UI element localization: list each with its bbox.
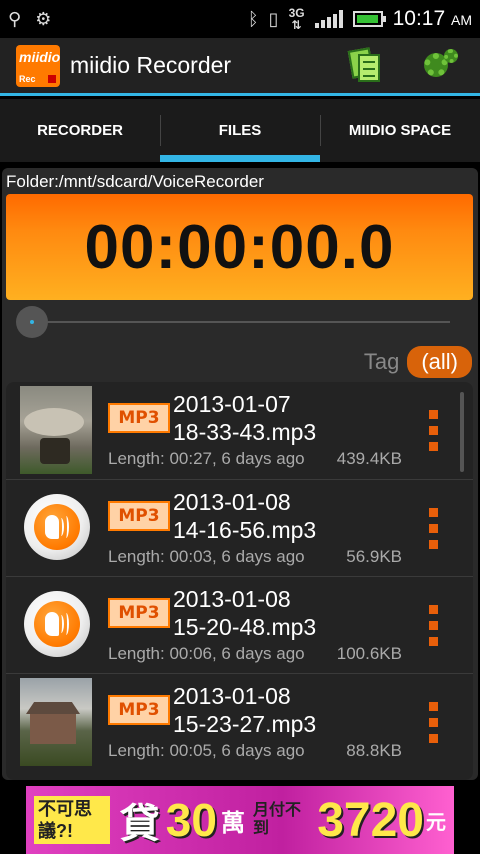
- file-list-item[interactable]: MP3 2013-01-08 15-20-48.mp3 Length: 00:06…: [6, 576, 473, 673]
- file-list-item[interactable]: MP3 2013-01-08 15-23-27.mp3 Length: 00:05…: [6, 673, 473, 770]
- tag-label: Tag: [363, 349, 400, 374]
- file-name: 2013-01-08 14-16-56.mp3: [173, 489, 317, 543]
- photo-thumbnail: [20, 678, 92, 766]
- file-name: 2013-01-07 18-33-43.mp3: [173, 391, 317, 445]
- overflow-menu-icon[interactable]: [429, 410, 441, 451]
- folder-path: Folder:/mnt/sdcard/VoiceRecorder: [6, 172, 264, 191]
- file-meta: Length: 00:27, 6 days ago: [108, 449, 305, 468]
- tab-files[interactable]: FILES: [160, 99, 320, 162]
- tab-bar: RECORDER FILES MIIDIO SPACE: [0, 99, 480, 162]
- seek-track: [32, 321, 450, 323]
- file-list: MP3 2013-01-07 18-33-43.mp3 Length: 00:27…: [6, 382, 473, 780]
- status-bar: ⚲ ⚙ ᛒ ▯ 3G ⇅ 10:17 AM: [0, 0, 480, 38]
- mp3-badge: MP3: [108, 403, 170, 433]
- usb-icon: ⚲: [8, 8, 22, 30]
- file-list-item[interactable]: MP3 2013-01-08 14-16-56.mp3 Length: 00:03…: [6, 479, 473, 576]
- mp3-badge: MP3: [108, 695, 170, 725]
- battery-charging-icon: [352, 11, 386, 27]
- action-bar: miidio Rec miidio Recorder: [0, 38, 480, 96]
- ad-text: 月付不到: [252, 802, 301, 837]
- audio-file-icon: [24, 494, 90, 560]
- app-logo: miidio Rec: [16, 44, 60, 87]
- overflow-menu-icon[interactable]: [429, 605, 441, 646]
- seek-thumb[interactable]: [16, 306, 48, 338]
- overflow-menu-icon[interactable]: [429, 702, 441, 743]
- ad-text: 30: [165, 794, 217, 846]
- clock: 10:17 AM: [392, 7, 472, 30]
- file-name: 2013-01-08 15-20-48.mp3: [173, 586, 317, 640]
- signal-icon: [314, 10, 343, 28]
- file-size: 439.4KB: [336, 449, 402, 468]
- file-meta: Length: 00:06, 6 days ago: [108, 644, 305, 663]
- mp3-badge: MP3: [108, 598, 170, 628]
- file-name: 2013-01-08 15-23-27.mp3: [173, 683, 317, 737]
- ad-text: 不可思議?!: [34, 796, 110, 844]
- ad-text: 貸: [119, 802, 160, 846]
- file-size: 100.6KB: [336, 644, 402, 663]
- file-size: 88.8KB: [346, 741, 402, 760]
- file-meta: Length: 00:05, 6 days ago: [108, 741, 305, 760]
- ad-text: 萬: [220, 809, 245, 837]
- tab-miidio-space[interactable]: MIIDIO SPACE: [320, 99, 480, 162]
- debug-icon: ⚙: [35, 8, 52, 30]
- tag-filter: Tag (all): [364, 346, 472, 378]
- file-size: 56.9KB: [346, 547, 402, 566]
- tab-recorder[interactable]: RECORDER: [0, 99, 160, 162]
- settings-gear-icon[interactable]: [422, 48, 458, 83]
- audio-file-icon: [24, 591, 90, 657]
- ad-text: 元: [426, 811, 446, 834]
- tag-filter-button[interactable]: (all): [407, 346, 472, 378]
- overflow-menu-icon[interactable]: [429, 508, 441, 549]
- bluetooth-icon: ᛒ: [247, 8, 259, 30]
- file-list-item[interactable]: MP3 2013-01-07 18-33-43.mp3 Length: 00:27…: [6, 382, 473, 479]
- seek-bar[interactable]: [16, 306, 450, 338]
- photo-thumbnail: [20, 386, 92, 474]
- ad-banner[interactable]: 不可思議?! 貸 30 萬 月付不到 3720 元: [26, 786, 454, 854]
- timer-display: 00:00:00.0: [6, 194, 473, 300]
- file-meta: Length: 00:03, 6 days ago: [108, 547, 305, 566]
- documents-icon[interactable]: [347, 46, 382, 83]
- timer-value: 00:00:00.0: [84, 212, 395, 282]
- network-3g-icon: 3G ⇅: [288, 6, 305, 32]
- ad-text: 3720: [317, 793, 424, 847]
- vibrate-icon: ▯: [268, 8, 279, 30]
- mp3-badge: MP3: [108, 501, 170, 531]
- app-title: miidio Recorder: [70, 52, 232, 78]
